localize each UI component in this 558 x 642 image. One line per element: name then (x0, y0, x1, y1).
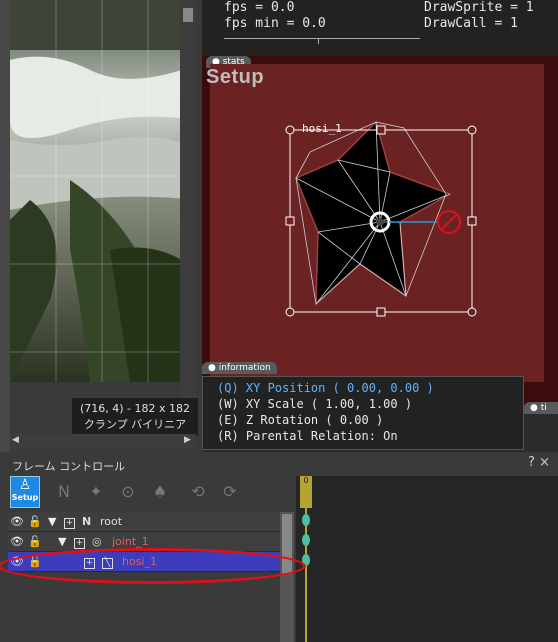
node-name: joint_1 (112, 535, 149, 548)
info-z-rotation[interactable]: (E) Z Rotation ( 0.00 ) (217, 413, 383, 427)
figure-icon: ♙ (18, 477, 32, 493)
texture-sampling-mode: クランプ バイリニア (83, 418, 187, 431)
setup-button-label: Setup (11, 493, 39, 502)
add-effect-icon[interactable]: ♠ (148, 482, 172, 504)
fps-graph-tick (318, 38, 319, 44)
frame-number: 0 (303, 476, 309, 485)
fps-text: fps = 0.0 (224, 0, 295, 15)
horizontal-scrollbar[interactable]: ◀ ▶ (10, 434, 196, 448)
add-star-icon[interactable]: ✦ (84, 482, 108, 504)
stats-panel: fps = 0.0 fps min = 0.0 DrawSprite = 1 D… (202, 0, 558, 56)
add-joint-icon[interactable]: ⊙ (116, 482, 140, 504)
information-panel: (Q) XY Position ( 0.00, 0.00 ) (W) XY Sc… (202, 376, 524, 450)
timeline[interactable]: 0 (296, 476, 558, 642)
draw-call-text: DrawCall = 1 (424, 16, 518, 31)
vertical-scrollbar[interactable] (180, 0, 196, 430)
tree-row-root[interactable]: 👁 🔓 ▼ + N root (8, 512, 280, 532)
add-null-icon[interactable]: N (52, 482, 76, 504)
frame-cursor-head[interactable]: 0 (300, 476, 312, 508)
info-parental-relation[interactable]: (R) Parental Relation: On (217, 429, 398, 443)
setup-mode-button[interactable]: ♙ Setup (10, 476, 40, 508)
draw-sprite-text: DrawSprite = 1 (424, 0, 534, 15)
collapse-icon[interactable]: ▼ (48, 515, 56, 528)
texture-info: (716, 4) - 182 x 182 クランプ バイリニア (72, 398, 198, 436)
help-icon[interactable]: ? (528, 455, 535, 470)
lock-icon[interactable]: 🔓 (28, 535, 42, 548)
info-xy-position[interactable]: (Q) XY Position ( 0.00, 0.00 ) (217, 381, 434, 395)
scene-canvas[interactable]: hosi_1 (210, 64, 544, 382)
tab-information[interactable]: ● information (202, 362, 277, 374)
lock-icon[interactable]: 🔓 (28, 515, 42, 528)
joint-node-icon: ◎ (92, 535, 102, 548)
texture-panel: (716, 4) - 182 x 182 クランプ バイリニア ◀ ▶ (0, 0, 202, 452)
scroll-left-icon[interactable]: ◀ (12, 435, 19, 445)
mode-title: Setup (206, 66, 265, 88)
rotate-left-icon[interactable]: ⟲ (186, 482, 210, 504)
scene-view[interactable]: ● stats hosi_1 Setup ● information ● ti (202, 56, 558, 414)
app-window: (716, 4) - 182 x 182 クランプ バイリニア ◀ ▶ fps … (0, 0, 558, 642)
scroll-thumb[interactable] (183, 8, 193, 22)
info-xy-scale[interactable]: (W) XY Scale ( 1.00, 1.00 ) (217, 397, 412, 411)
panel-window-controls: ? × (528, 455, 550, 470)
texture-coords: (716, 4) - 182 x 182 (79, 402, 191, 415)
collapse-icon[interactable]: ▼ (58, 535, 66, 548)
eye-icon[interactable]: 👁 (10, 535, 24, 548)
keyframe-marker[interactable] (302, 514, 310, 526)
frame-cursor-line (305, 508, 307, 642)
waterfall-image (10, 0, 196, 382)
frame-control-panel: フレーム コントロール ? × ♙ Setup N ✦ ⊙ ♠ ⟲ ⟳ 👁 🔓 … (0, 452, 558, 642)
panel-title: フレーム コントロール (12, 460, 126, 473)
close-icon[interactable]: × (539, 455, 550, 470)
tree-scrollbar[interactable] (280, 512, 294, 642)
frame-toolbar: ♙ Setup N ✦ ⊙ ♠ ⟲ ⟳ (8, 476, 300, 510)
fps-min-text: fps min = 0.0 (224, 16, 326, 31)
fps-graph-line (224, 38, 420, 39)
null-node-icon: N (82, 515, 92, 528)
tab-timeline-label: ti (540, 403, 547, 413)
highlight-annotation (0, 548, 306, 584)
eye-icon[interactable]: 👁 (10, 515, 24, 528)
keyframe-marker[interactable] (302, 534, 310, 546)
node-name: root (100, 515, 123, 528)
panel-edge (0, 0, 10, 452)
rotate-right-icon[interactable]: ⟳ (218, 482, 242, 504)
tab-information-label: information (218, 363, 271, 373)
scroll-right-icon[interactable]: ▶ (184, 435, 191, 445)
tab-timeline[interactable]: ● ti (524, 402, 558, 414)
texture-preview[interactable] (10, 0, 196, 382)
object-name-label: hosi_1 (302, 122, 342, 135)
star-sprite[interactable] (210, 64, 544, 382)
